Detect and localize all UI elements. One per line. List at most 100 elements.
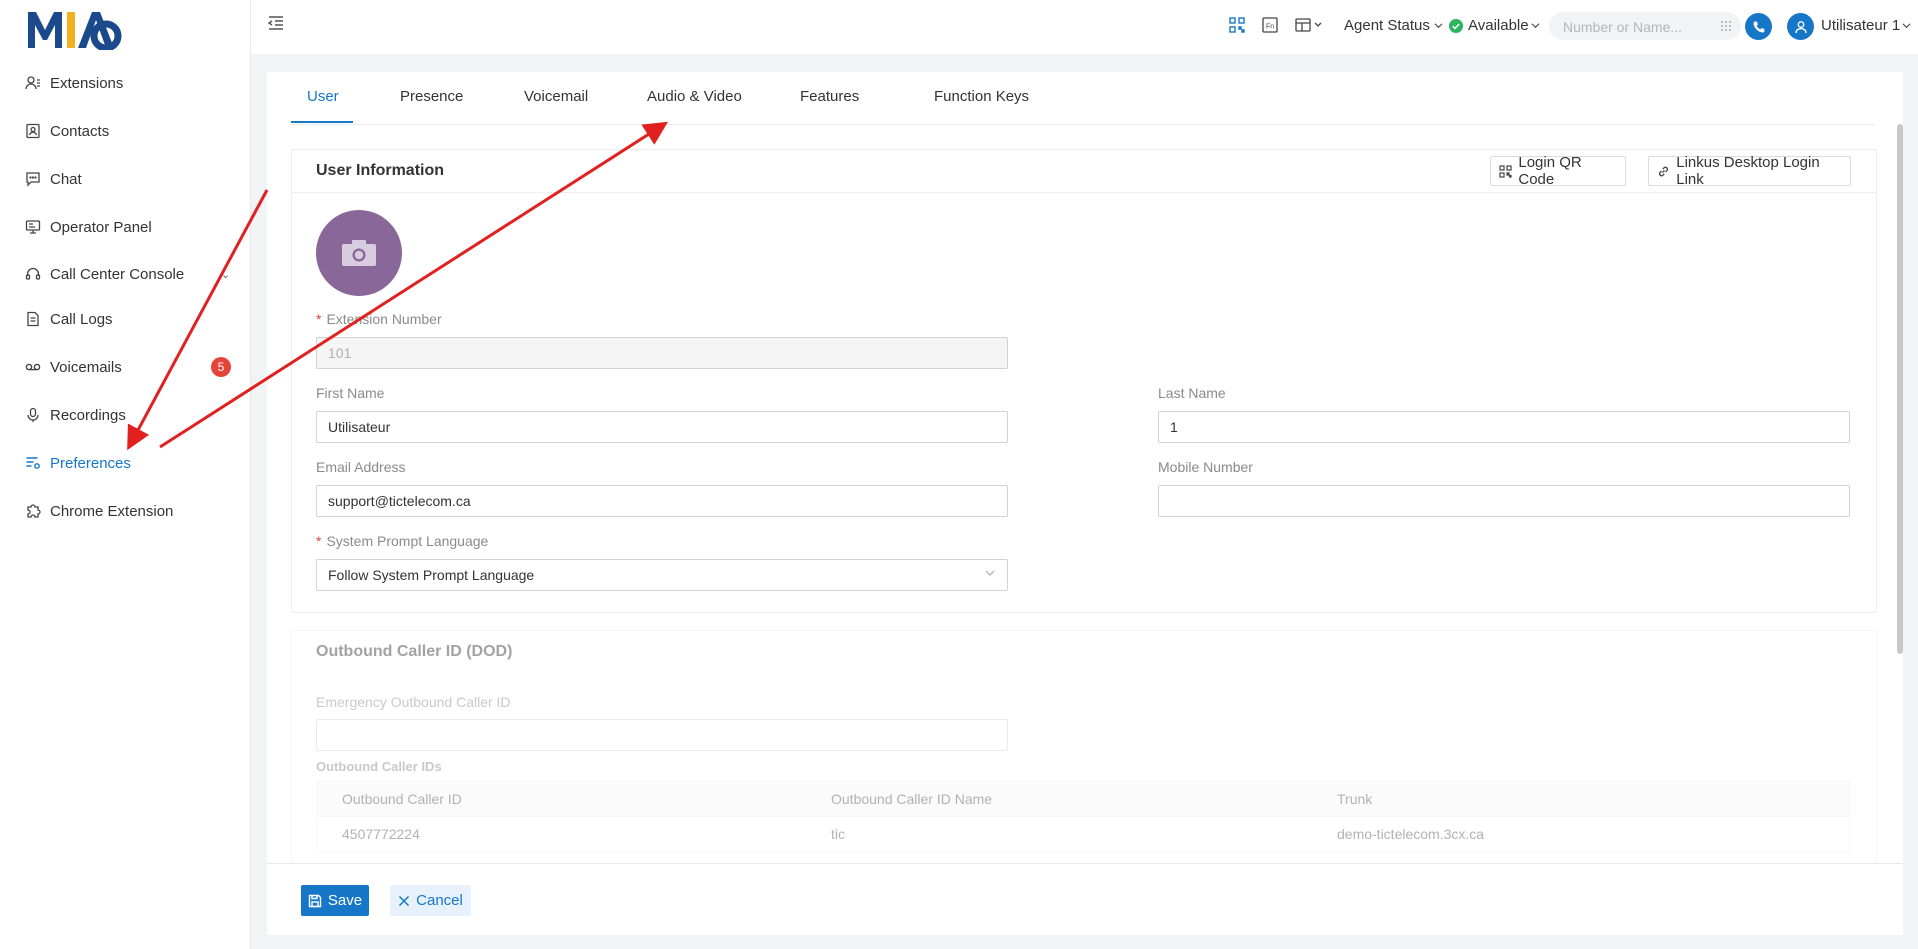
first-name-field[interactable] — [316, 411, 1008, 443]
top-header: Fn Agent Status Available Utilisateur 1 — [251, 0, 1918, 54]
scrollbar[interactable] — [1897, 124, 1903, 654]
sidebar-item-operator-panel[interactable]: Operator Panel — [0, 207, 250, 247]
table-cell: 4507772224 — [342, 826, 420, 842]
sidebar: Extensions Contacts Chat Operator Panel … — [0, 0, 251, 949]
phone-icon — [1753, 21, 1764, 32]
puzzle-icon — [25, 503, 41, 519]
user-icon — [1794, 20, 1807, 33]
system-prompt-language-select[interactable]: Follow System Prompt Language — [316, 559, 1008, 591]
outbound-caller-id-section: Outbound Caller ID (DOD) Emergency Outbo… — [291, 630, 1877, 861]
user-menu-dropdown[interactable]: Utilisateur 1 — [1821, 17, 1911, 34]
chevron-down-icon[interactable]: ⌄ — [221, 268, 230, 281]
save-button[interactable]: Save — [301, 885, 369, 916]
button-label: Login QR Code — [1518, 154, 1582, 188]
tab-function-keys[interactable]: Function Keys — [934, 88, 1029, 105]
select-value: Follow System Prompt Language — [328, 567, 535, 583]
agent-status-dropdown[interactable]: Agent Status — [1344, 17, 1443, 34]
contacts-icon — [25, 123, 41, 139]
table-cell: demo-tictelecom.3cx.ca — [1337, 826, 1485, 842]
availability-label: Available — [1468, 17, 1529, 34]
sidebar-item-label: Chrome Extension — [50, 502, 174, 520]
sidebar-item-extensions[interactable]: Extensions — [0, 63, 250, 103]
dialpad-icon[interactable] — [1719, 19, 1733, 37]
preferences-icon — [25, 455, 41, 471]
close-icon — [399, 895, 410, 906]
user-avatar[interactable] — [1787, 13, 1814, 40]
main-content: User Presence Voicemail Audio & Video Fe… — [267, 72, 1903, 934]
svg-text:Fn: Fn — [1266, 24, 1274, 31]
mia-logo[interactable] — [26, 6, 124, 50]
sidebar-item-label: Recordings — [50, 406, 126, 424]
tab-audio-video[interactable]: Audio & Video — [647, 88, 742, 105]
function-keys-icon[interactable]: Fn — [1261, 16, 1279, 34]
button-label: Save — [327, 892, 363, 909]
sidebar-item-preferences[interactable]: Preferences — [0, 443, 250, 483]
available-check-icon — [1449, 18, 1463, 33]
table-cell: tic — [831, 826, 845, 842]
extensions-icon — [25, 75, 41, 91]
button-label: Linkus Desktop Login Link — [1676, 154, 1820, 188]
login-qr-code-button[interactable]: Login QR Code — [1490, 154, 1626, 188]
emergency-outbound-caller-id-field[interactable] — [316, 719, 1008, 751]
mobile-number-field[interactable] — [1158, 485, 1850, 517]
tab-user[interactable]: User — [307, 88, 339, 105]
profile-photo-upload[interactable] — [316, 210, 402, 296]
email-address-label: Email Address — [316, 459, 406, 475]
linkus-desktop-login-link-button[interactable]: Linkus Desktop Login Link — [1648, 154, 1851, 188]
dial-search — [1549, 12, 1741, 42]
sidebar-item-label: Contacts — [50, 122, 110, 140]
call-logs-icon — [25, 311, 41, 327]
preferences-tabs: User Presence Voicemail Audio & Video Fe… — [291, 72, 1875, 125]
camera-icon — [342, 240, 376, 266]
form-footer: Save Cancel — [267, 863, 1903, 935]
availability-dropdown[interactable]: Available — [1449, 17, 1540, 34]
sidebar-item-label: Call Logs — [50, 310, 113, 328]
system-prompt-language-label: * System Prompt Language — [316, 533, 489, 549]
sidebar-item-call-logs[interactable]: Call Logs — [0, 299, 250, 339]
emergency-outbound-caller-id-label: Emergency Outbound Caller ID — [316, 694, 511, 710]
column-header: Trunk — [1337, 791, 1373, 807]
menu-collapse-icon[interactable] — [267, 14, 285, 32]
qr-code-icon — [1499, 164, 1512, 178]
extension-number-field[interactable] — [316, 337, 1008, 369]
email-field[interactable] — [316, 485, 1008, 517]
chevron-down-icon — [1434, 23, 1443, 29]
mobile-number-label: Mobile Number — [1158, 459, 1253, 475]
sidebar-item-recordings[interactable]: Recordings — [0, 395, 250, 435]
microphone-icon — [25, 407, 41, 423]
layout-menu-icon[interactable] — [1294, 16, 1326, 34]
headset-icon — [25, 266, 41, 282]
last-name-label: Last Name — [1158, 385, 1226, 401]
chevron-down-icon — [1531, 23, 1540, 29]
sidebar-item-label: Chat — [50, 170, 82, 188]
sidebar-item-voicemails[interactable]: Voicemails 5 — [0, 347, 250, 387]
user-information-section: User Information Login QR Code Linkus De… — [291, 149, 1877, 613]
last-name-field[interactable] — [1158, 411, 1850, 443]
sidebar-item-label: Voicemails — [50, 358, 122, 376]
sidebar-item-chrome-extension[interactable]: Chrome Extension — [0, 491, 250, 531]
tab-presence[interactable]: Presence — [400, 88, 463, 105]
tab-features[interactable]: Features — [800, 88, 859, 105]
tab-voicemail[interactable]: Voicemail — [524, 88, 588, 105]
qr-code-icon[interactable] — [1228, 16, 1246, 34]
column-header: Outbound Caller ID — [342, 791, 462, 807]
dial-search-input[interactable] — [1549, 12, 1725, 42]
cancel-button[interactable]: Cancel — [390, 885, 471, 916]
call-button[interactable] — [1745, 13, 1772, 40]
chevron-down-icon — [985, 570, 995, 576]
operator-panel-icon — [25, 219, 41, 235]
section-title: Outbound Caller ID (DOD) — [316, 643, 513, 660]
outbound-caller-ids-label: Outbound Caller IDs — [316, 759, 442, 774]
sidebar-item-label: Extensions — [50, 74, 124, 92]
save-icon — [308, 894, 322, 907]
sidebar-item-call-center-console[interactable]: Call Center Console ⌄ — [0, 254, 250, 294]
chat-icon — [25, 171, 41, 187]
sidebar-item-contacts[interactable]: Contacts — [0, 111, 250, 151]
section-header: User Information Login QR Code Linkus De… — [292, 150, 1876, 193]
chevron-down-icon — [1902, 23, 1911, 29]
table-row[interactable]: 4507772224 tic demo-tictelecom.3cx.ca — [316, 817, 1850, 853]
voicemail-icon — [25, 359, 41, 375]
voicemail-count-badge: 5 — [211, 357, 231, 377]
button-label: Cancel — [416, 892, 463, 909]
sidebar-item-chat[interactable]: Chat — [0, 159, 250, 199]
